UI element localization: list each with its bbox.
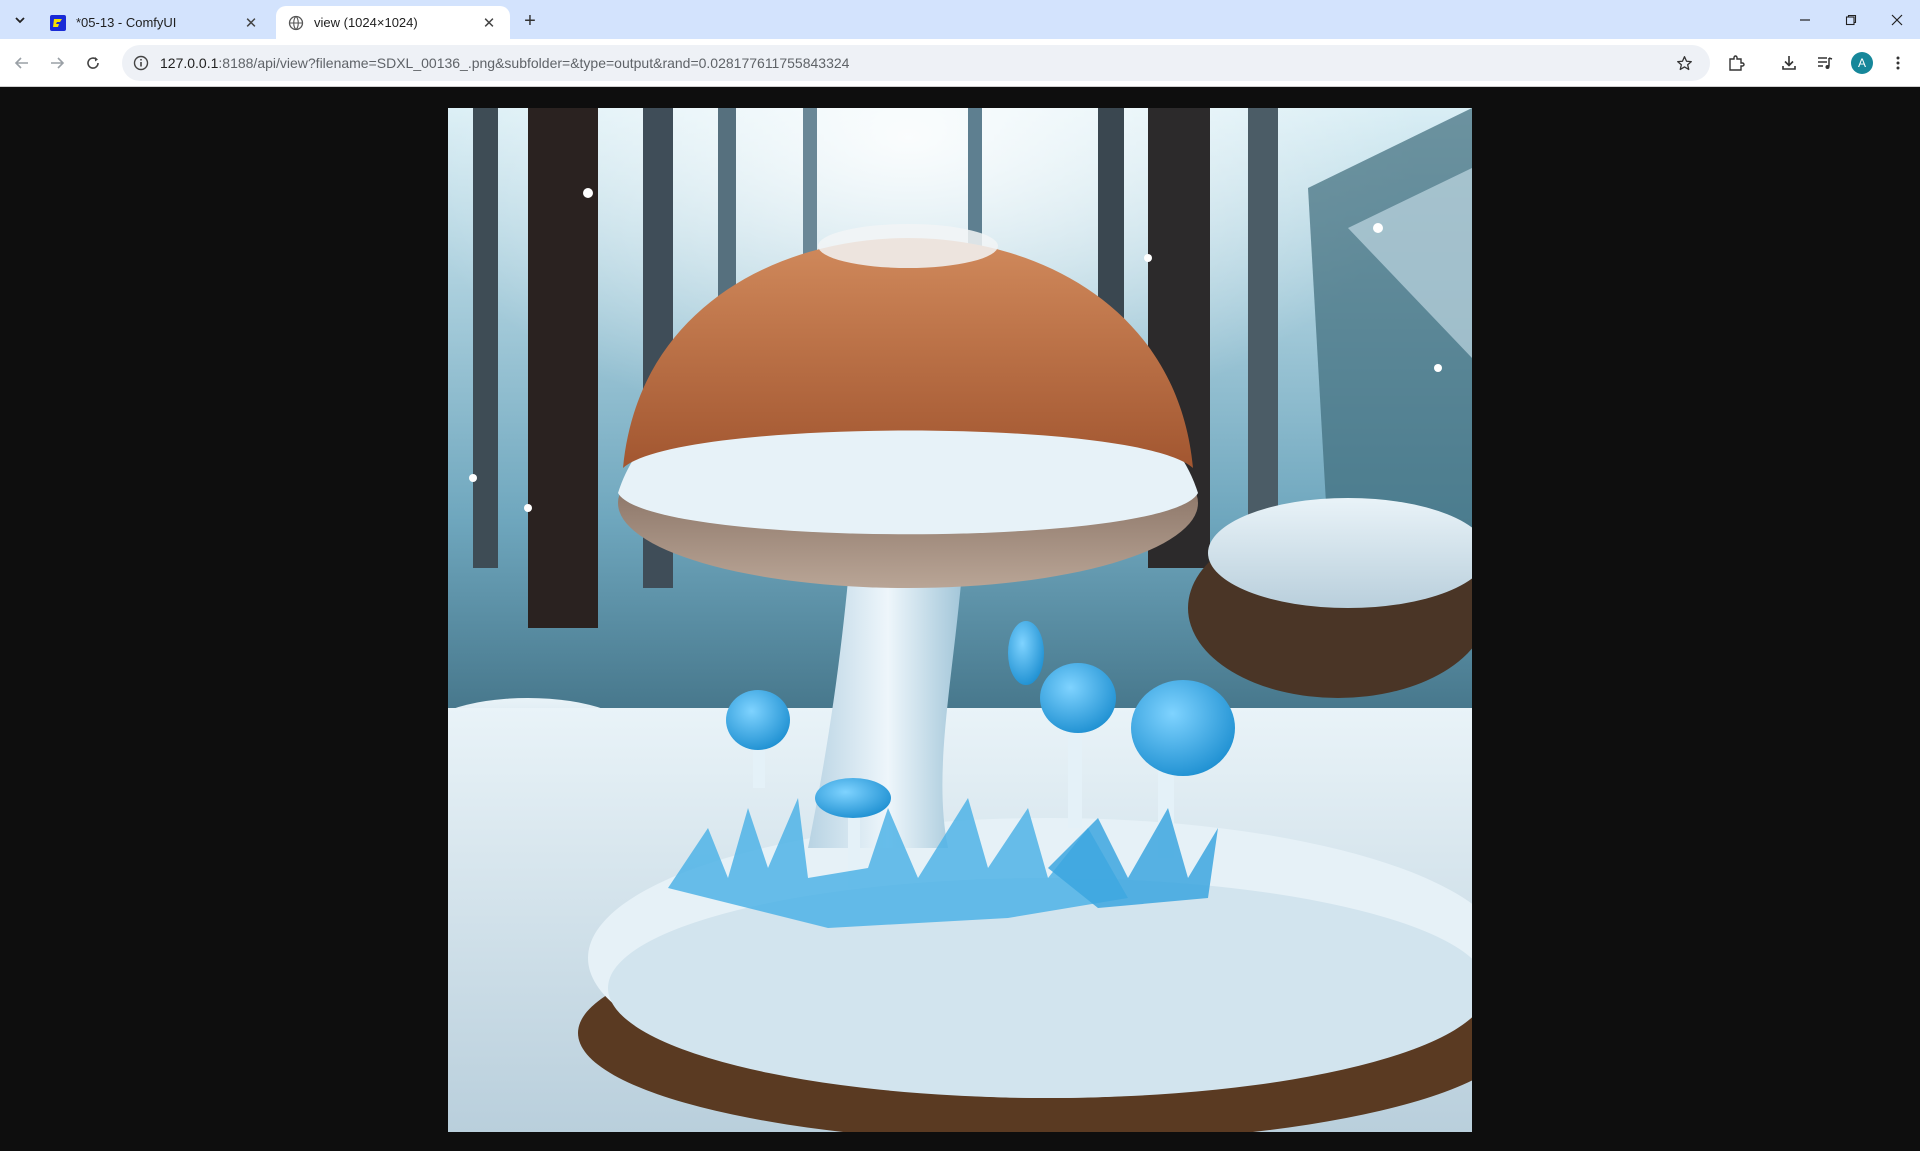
tab-strip: *05-13 - ComfyUI ✕ view (1024×1024) ✕ + — [0, 0, 1920, 39]
media-controls-button[interactable] — [1809, 47, 1841, 79]
playlist-music-icon — [1818, 57, 1833, 69]
site-info-button[interactable] — [126, 48, 156, 78]
url-path: :8188/api/view?filename=SDXL_00136_.png&… — [218, 55, 850, 71]
close-icon — [1891, 14, 1903, 25]
globe-icon — [288, 15, 304, 30]
minimize-button[interactable] — [1782, 0, 1828, 39]
close-icon[interactable]: ✕ — [242, 14, 260, 32]
star-icon — [1676, 55, 1692, 70]
puzzle-icon — [1729, 55, 1745, 71]
downloads-button[interactable] — [1773, 47, 1805, 79]
chevron-down-icon — [15, 17, 25, 24]
tab-search-button[interactable] — [6, 8, 34, 32]
url-host: 127.0.0.1 — [160, 55, 219, 71]
page-viewport — [0, 88, 1920, 1151]
more-vertical-icon — [1896, 56, 1900, 70]
tab-title: *05-13 - ComfyUI — [76, 15, 177, 30]
minimize-icon — [1800, 18, 1810, 21]
forward-button[interactable] — [41, 47, 73, 79]
comfyui-logo-icon — [50, 14, 66, 31]
download-icon — [1782, 56, 1796, 70]
generated-image[interactable] — [448, 108, 1472, 1132]
address-bar[interactable]: 127.0.0.1:8188/api/view?filename=SDXL_00… — [122, 45, 1710, 81]
arrow-right-icon — [51, 57, 65, 69]
url-text[interactable]: 127.0.0.1:8188/api/view?filename=SDXL_00… — [160, 55, 849, 71]
menu-button[interactable] — [1882, 47, 1914, 79]
info-icon — [133, 55, 149, 71]
tab-view-image[interactable]: view (1024×1024) ✕ — [276, 6, 510, 39]
browser-toolbar: 127.0.0.1:8188/api/view?filename=SDXL_00… — [0, 39, 1920, 87]
restore-icon — [1845, 14, 1857, 25]
profile-avatar[interactable]: A — [1851, 52, 1873, 74]
close-window-button[interactable] — [1874, 0, 1920, 39]
mushroom-image-art — [448, 108, 1472, 1132]
arrow-left-icon — [14, 57, 28, 69]
restore-button[interactable] — [1828, 0, 1874, 39]
extensions-button[interactable] — [1720, 47, 1752, 79]
bookmark-button[interactable] — [1670, 49, 1698, 77]
new-tab-button[interactable]: + — [518, 9, 542, 33]
back-button[interactable] — [6, 47, 38, 79]
tab-comfyui[interactable]: *05-13 - ComfyUI ✕ — [38, 6, 272, 39]
tab-title: view (1024×1024) — [314, 15, 418, 30]
reload-button[interactable] — [77, 47, 109, 79]
close-icon[interactable]: ✕ — [480, 14, 498, 32]
reload-icon — [87, 57, 99, 69]
